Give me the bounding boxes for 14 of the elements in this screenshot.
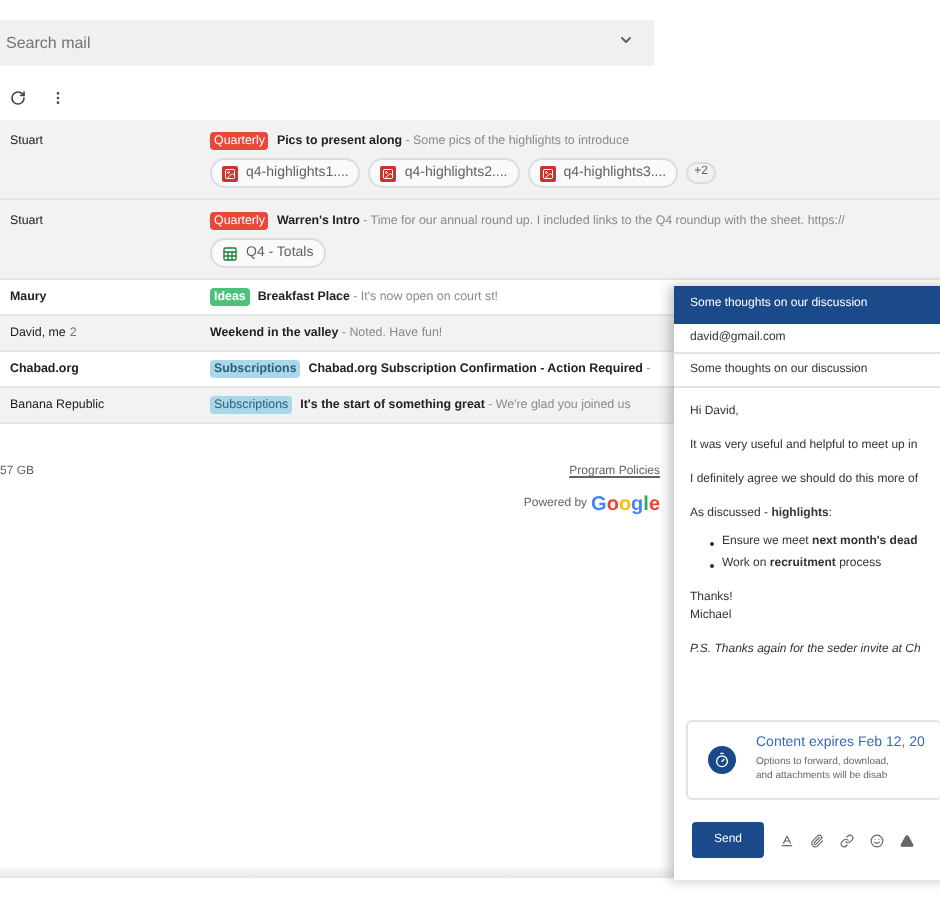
image-icon: [222, 165, 238, 182]
link-icon[interactable]: [840, 833, 854, 847]
timer-icon: [708, 746, 736, 774]
search-field[interactable]: Search mail: [0, 20, 654, 66]
emoji-icon[interactable]: [870, 833, 884, 847]
dropdown-icon[interactable]: [618, 32, 634, 48]
brand-logo: Google: [591, 492, 660, 520]
spreadsheet-icon: [222, 245, 238, 262]
text-format-icon[interactable]: [780, 833, 794, 847]
triangle-icon[interactable]: [900, 833, 914, 847]
paperclip-icon[interactable]: [810, 833, 824, 847]
refresh-icon[interactable]: [10, 90, 26, 106]
image-icon: [380, 165, 397, 182]
image-icon: [539, 165, 556, 182]
